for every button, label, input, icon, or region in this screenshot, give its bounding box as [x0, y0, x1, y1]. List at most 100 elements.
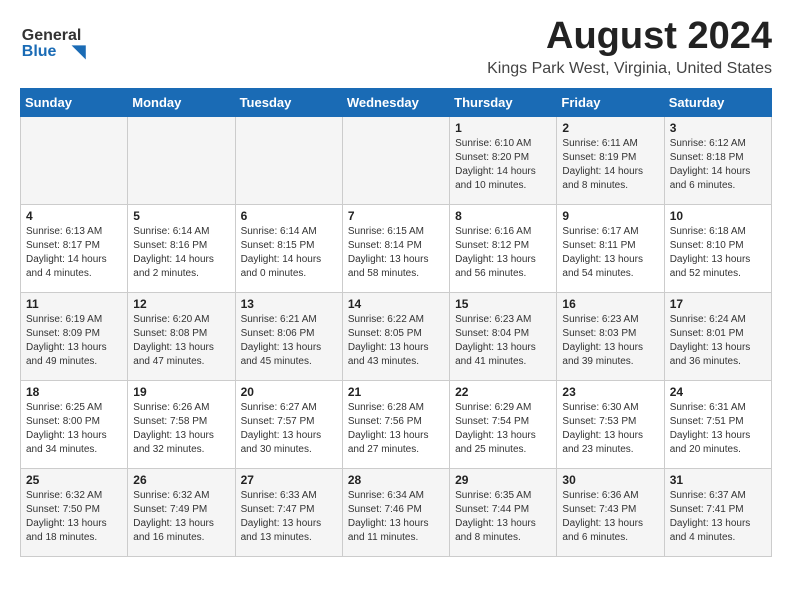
day-info: Sunrise: 6:27 AM Sunset: 7:57 PM Dayligh…	[241, 401, 337, 457]
calendar-cell: 26 Sunrise: 6:32 AM Sunset: 7:49 PM Dayli…	[128, 468, 235, 556]
calendar-week-5: 25Sunrise: 6:32 AM Sunset: 7:50 PM Dayli…	[21, 468, 772, 556]
day-number: 19	[133, 385, 229, 399]
title-section: August 2024 Kings Park West, Virginia, U…	[487, 16, 772, 78]
calendar-cell: 20 Sunrise: 6:27 AM Sunset: 7:57 PM Dayli…	[235, 380, 342, 468]
calendar-cell: 13 Sunrise: 6:21 AM Sunset: 8:06 PM Dayli…	[235, 292, 342, 380]
day-info: Sunrise: 6:23 AM Sunset: 8:04 PM Dayligh…	[455, 313, 551, 369]
day-number: 8	[455, 209, 551, 223]
calendar-cell: 7 Sunrise: 6:15 AM Sunset: 8:14 PM Daylig…	[342, 204, 449, 292]
svg-text:General: General	[22, 27, 82, 44]
day-number: 29	[455, 473, 551, 487]
day-info: Sunrise: 6:10 AM Sunset: 8:20 PM Dayligh…	[455, 137, 551, 193]
day-number: 31	[670, 473, 766, 487]
calendar-cell: 14 Sunrise: 6:22 AM Sunset: 8:05 PM Dayli…	[342, 292, 449, 380]
day-info: Sunrise: 6:21 AM Sunset: 8:06 PM Dayligh…	[241, 313, 337, 369]
calendar-cell: 8Sunrise: 6:16 AM Sunset: 8:12 PM Daylig…	[450, 204, 557, 292]
calendar-cell	[235, 116, 342, 204]
day-number: 23	[562, 385, 658, 399]
weekday-header-saturday: Saturday	[664, 88, 771, 116]
day-info: Sunrise: 6:31 AM Sunset: 7:51 PM Dayligh…	[670, 401, 766, 457]
day-number: 22	[455, 385, 551, 399]
day-info: Sunrise: 6:32 AM Sunset: 7:49 PM Dayligh…	[133, 489, 229, 545]
calendar-header: SundayMondayTuesdayWednesdayThursdayFrid…	[21, 88, 772, 116]
day-number: 14	[348, 297, 444, 311]
calendar-cell: 2Sunrise: 6:11 AM Sunset: 8:19 PM Daylig…	[557, 116, 664, 204]
calendar-cell: 21 Sunrise: 6:28 AM Sunset: 7:56 PM Dayli…	[342, 380, 449, 468]
day-number: 20	[241, 385, 337, 399]
day-number: 13	[241, 297, 337, 311]
day-info: Sunrise: 6:34 AM Sunset: 7:46 PM Dayligh…	[348, 489, 444, 545]
calendar-cell: 30 Sunrise: 6:36 AM Sunset: 7:43 PM Dayli…	[557, 468, 664, 556]
calendar-cell: 6Sunrise: 6:14 AM Sunset: 8:15 PM Daylig…	[235, 204, 342, 292]
day-info: Sunrise: 6:15 AM Sunset: 8:14 PM Dayligh…	[348, 225, 444, 281]
day-info: Sunrise: 6:36 AM Sunset: 7:43 PM Dayligh…	[562, 489, 658, 545]
calendar-cell: 28 Sunrise: 6:34 AM Sunset: 7:46 PM Dayli…	[342, 468, 449, 556]
day-number: 24	[670, 385, 766, 399]
day-info: Sunrise: 6:25 AM Sunset: 8:00 PM Dayligh…	[26, 401, 122, 457]
day-info: Sunrise: 6:20 AM Sunset: 8:08 PM Dayligh…	[133, 313, 229, 369]
day-number: 11	[26, 297, 122, 311]
day-number: 12	[133, 297, 229, 311]
weekday-header-thursday: Thursday	[450, 88, 557, 116]
day-number: 30	[562, 473, 658, 487]
weekday-header-wednesday: Wednesday	[342, 88, 449, 116]
calendar-cell: 24 Sunrise: 6:31 AM Sunset: 7:51 PM Dayli…	[664, 380, 771, 468]
month-year-title: August 2024	[487, 16, 772, 58]
calendar-cell: 15 Sunrise: 6:23 AM Sunset: 8:04 PM Dayli…	[450, 292, 557, 380]
calendar-cell: 29 Sunrise: 6:35 AM Sunset: 7:44 PM Dayli…	[450, 468, 557, 556]
calendar-cell: 4Sunrise: 6:13 AM Sunset: 8:17 PM Daylig…	[21, 204, 128, 292]
day-number: 26	[133, 473, 229, 487]
calendar-week-2: 4Sunrise: 6:13 AM Sunset: 8:17 PM Daylig…	[21, 204, 772, 292]
logo: General Blue	[20, 20, 100, 60]
location-subtitle: Kings Park West, Virginia, United States	[487, 60, 772, 78]
calendar-cell: 25Sunrise: 6:32 AM Sunset: 7:50 PM Dayli…	[21, 468, 128, 556]
day-number: 21	[348, 385, 444, 399]
day-number: 25	[26, 473, 122, 487]
day-number: 27	[241, 473, 337, 487]
day-number: 10	[670, 209, 766, 223]
calendar-cell: 11Sunrise: 6:19 AM Sunset: 8:09 PM Dayli…	[21, 292, 128, 380]
day-number: 16	[562, 297, 658, 311]
calendar-cell: 18Sunrise: 6:25 AM Sunset: 8:00 PM Dayli…	[21, 380, 128, 468]
day-info: Sunrise: 6:26 AM Sunset: 7:58 PM Dayligh…	[133, 401, 229, 457]
day-info: Sunrise: 6:11 AM Sunset: 8:19 PM Dayligh…	[562, 137, 658, 193]
calendar-table: SundayMondayTuesdayWednesdayThursdayFrid…	[20, 88, 772, 557]
day-info: Sunrise: 6:35 AM Sunset: 7:44 PM Dayligh…	[455, 489, 551, 545]
svg-text:Blue: Blue	[22, 43, 57, 60]
day-number: 15	[455, 297, 551, 311]
weekday-header-monday: Monday	[128, 88, 235, 116]
day-info: Sunrise: 6:33 AM Sunset: 7:47 PM Dayligh…	[241, 489, 337, 545]
day-info: Sunrise: 6:30 AM Sunset: 7:53 PM Dayligh…	[562, 401, 658, 457]
header: General Blue August 2024 Kings Park West…	[20, 16, 772, 78]
days-of-week-row: SundayMondayTuesdayWednesdayThursdayFrid…	[21, 88, 772, 116]
logo-svg: General Blue	[20, 20, 100, 60]
calendar-week-1: 1 Sunrise: 6:10 AM Sunset: 8:20 PM Daylig…	[21, 116, 772, 204]
day-info: Sunrise: 6:12 AM Sunset: 8:18 PM Dayligh…	[670, 137, 766, 193]
calendar-cell: 27 Sunrise: 6:33 AM Sunset: 7:47 PM Dayli…	[235, 468, 342, 556]
calendar-body: 1 Sunrise: 6:10 AM Sunset: 8:20 PM Daylig…	[21, 116, 772, 556]
calendar-week-3: 11Sunrise: 6:19 AM Sunset: 8:09 PM Dayli…	[21, 292, 772, 380]
day-info: Sunrise: 6:17 AM Sunset: 8:11 PM Dayligh…	[562, 225, 658, 281]
calendar-cell: 19 Sunrise: 6:26 AM Sunset: 7:58 PM Dayli…	[128, 380, 235, 468]
day-info: Sunrise: 6:28 AM Sunset: 7:56 PM Dayligh…	[348, 401, 444, 457]
calendar-cell: 22 Sunrise: 6:29 AM Sunset: 7:54 PM Dayli…	[450, 380, 557, 468]
day-info: Sunrise: 6:29 AM Sunset: 7:54 PM Dayligh…	[455, 401, 551, 457]
day-number: 5	[133, 209, 229, 223]
day-number: 17	[670, 297, 766, 311]
day-info: Sunrise: 6:18 AM Sunset: 8:10 PM Dayligh…	[670, 225, 766, 281]
calendar-cell: 16Sunrise: 6:23 AM Sunset: 8:03 PM Dayli…	[557, 292, 664, 380]
calendar-cell: 1 Sunrise: 6:10 AM Sunset: 8:20 PM Daylig…	[450, 116, 557, 204]
calendar-cell: 5 Sunrise: 6:14 AM Sunset: 8:16 PM Daylig…	[128, 204, 235, 292]
calendar-cell	[128, 116, 235, 204]
day-info: Sunrise: 6:14 AM Sunset: 8:15 PM Dayligh…	[241, 225, 337, 281]
day-info: Sunrise: 6:13 AM Sunset: 8:17 PM Dayligh…	[26, 225, 122, 281]
weekday-header-sunday: Sunday	[21, 88, 128, 116]
calendar-cell	[21, 116, 128, 204]
day-number: 28	[348, 473, 444, 487]
day-info: Sunrise: 6:14 AM Sunset: 8:16 PM Dayligh…	[133, 225, 229, 281]
calendar-week-4: 18Sunrise: 6:25 AM Sunset: 8:00 PM Dayli…	[21, 380, 772, 468]
day-number: 7	[348, 209, 444, 223]
day-number: 1	[455, 121, 551, 135]
calendar-cell: 9Sunrise: 6:17 AM Sunset: 8:11 PM Daylig…	[557, 204, 664, 292]
day-info: Sunrise: 6:22 AM Sunset: 8:05 PM Dayligh…	[348, 313, 444, 369]
